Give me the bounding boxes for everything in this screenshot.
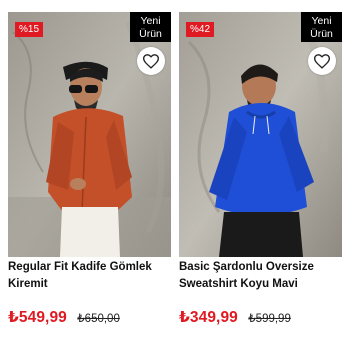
discount-badge: %42	[186, 22, 215, 37]
original-price: ₺599,99	[248, 313, 291, 325]
new-badge-line1: Yeni	[311, 15, 332, 27]
price-row: ₺549,99 ₺650,00	[8, 308, 120, 327]
new-badge-line2: Ürün	[139, 28, 162, 40]
new-product-badge: Yeni Ürün	[301, 12, 342, 42]
product-card[interactable]: %42 Yeni Ürün Basic Şardonlu Oversize Sw…	[179, 12, 342, 342]
heart-outline-icon	[143, 54, 159, 69]
product-image[interactable]: %42 Yeni Ürün	[179, 12, 342, 257]
new-product-badge: Yeni Ürün	[130, 12, 171, 42]
sale-price: ₺349,99	[179, 309, 238, 326]
product-card[interactable]: %15 Yeni Ürün Regular Fit Kadife Gömlek …	[8, 12, 171, 342]
heart-outline-icon	[314, 54, 330, 69]
discount-badge: %15	[15, 22, 44, 37]
favorite-button[interactable]	[137, 47, 165, 75]
product-title[interactable]: Basic Şardonlu Oversize Sweatshirt Koyu …	[179, 259, 342, 293]
favorite-button[interactable]	[308, 47, 336, 75]
sale-price: ₺549,99	[8, 309, 67, 326]
price-row: ₺349,99 ₺599,99	[179, 308, 291, 327]
new-badge-line1: Yeni	[140, 15, 161, 27]
new-badge-line2: Ürün	[310, 28, 333, 40]
original-price: ₺650,00	[77, 313, 120, 325]
product-title[interactable]: Regular Fit Kadife Gömlek Kiremit	[8, 259, 171, 293]
product-image[interactable]: %15 Yeni Ürün	[8, 12, 171, 257]
